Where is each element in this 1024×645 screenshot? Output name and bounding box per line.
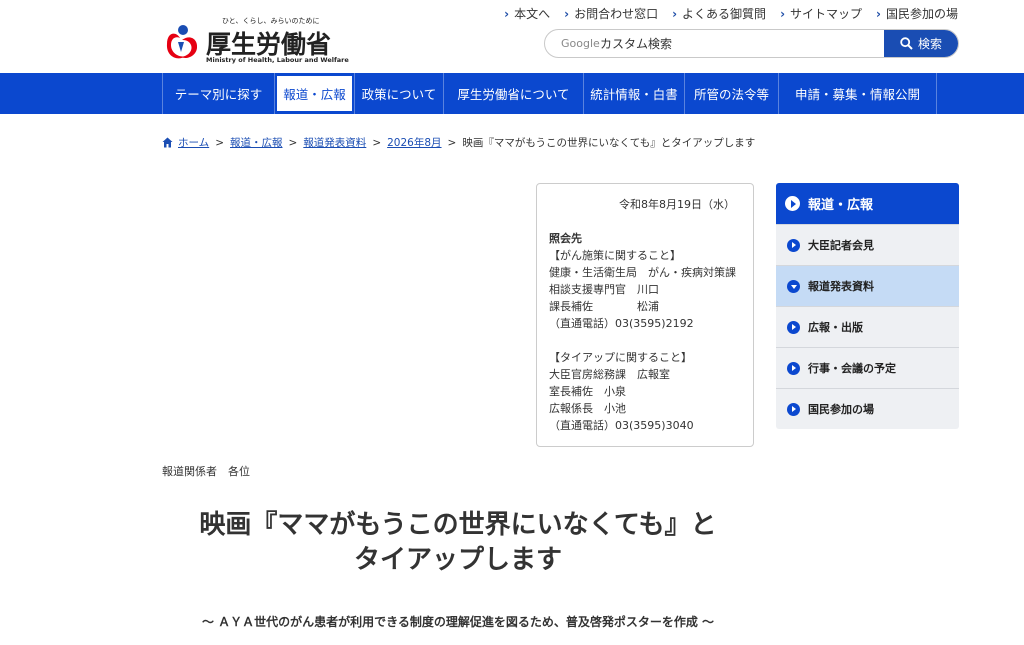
chevron-right-icon: › — [780, 6, 786, 21]
side-nav-item-publications[interactable]: 広報・出版 — [776, 306, 959, 347]
nav-item-about[interactable]: 厚生労働省について — [444, 73, 584, 114]
contact-heading: 照会先 — [549, 232, 582, 245]
contact-line: 課長補佐 松浦 — [549, 300, 659, 313]
side-nav-heading[interactable]: 報道・広報 — [776, 183, 959, 224]
chevron-right-icon: › — [564, 6, 570, 21]
search-button-label: 検索 — [917, 37, 942, 51]
util-link-skip-to-content[interactable]: › 本文へ — [504, 5, 550, 22]
side-nav-item-press-releases[interactable]: 報道発表資料 — [776, 265, 959, 306]
side-nav-item-label: 国民参加の場 — [808, 403, 874, 416]
side-nav-heading-label: 報道・広報 — [808, 198, 874, 213]
contact-line: 【タイアップに関すること】 — [549, 351, 692, 364]
breadcrumb: ホーム > 報道・広報 > 報道発表資料 > 2026年8月 > 映画『ママがも… — [162, 135, 755, 150]
arrow-right-icon — [787, 361, 800, 375]
arrow-right-icon — [787, 320, 800, 334]
breadcrumb-separator: > — [372, 136, 382, 149]
side-nav-item-label: 行事・会議の予定 — [808, 362, 896, 375]
breadcrumb-separator: > — [215, 136, 224, 149]
nav-item-policy[interactable]: 政策について — [355, 73, 444, 114]
chevron-right-icon: › — [876, 6, 881, 21]
nav-item-press[interactable]: 報道・広報 — [277, 76, 352, 111]
util-link-label: 国民参加の場 — [885, 7, 958, 21]
util-link-participation[interactable]: › 国民参加の場 — [876, 5, 958, 22]
contact-line: 広報係長 小池 — [549, 402, 626, 415]
util-link-faq[interactable]: › よくある御質問 — [672, 5, 766, 22]
search-input[interactable] — [600, 30, 880, 57]
nav-item-laws[interactable]: 所管の法令等 — [685, 73, 779, 114]
util-link-label: よくある御質問 — [682, 7, 767, 21]
search-button[interactable]: 検索 — [884, 30, 958, 57]
side-nav-item-events[interactable]: 行事・会議の予定 — [776, 347, 959, 388]
side-nav-item-press-conference[interactable]: 大臣記者会見 — [776, 224, 959, 265]
side-nav-item-label: 大臣記者会見 — [808, 239, 874, 252]
arrow-right-icon — [787, 402, 800, 416]
page-title-line: タイアップします — [353, 545, 562, 575]
breadcrumb-separator: > — [447, 136, 457, 149]
util-link-label: お問合わせ窓口 — [574, 7, 659, 21]
contact-line: 相談支援専門官 川口 — [549, 283, 659, 296]
breadcrumb-separator: > — [288, 136, 298, 149]
logo-english-name: Ministry of Health, Labour and Welfare — [206, 56, 349, 64]
side-nav: 報道・広報 大臣記者会見 報道発表資料 広報・出版 行事・会議の予定 国民参加の… — [776, 183, 959, 429]
contact-line: 室長補佐 小泉 — [549, 385, 626, 398]
page-subtitle: ～ ＡＹＡ世代のがん患者が利用できる制度の理解促進を図るため、普及啓発ポスターを… — [201, 615, 715, 629]
chevron-right-icon: › — [504, 6, 510, 21]
util-link-contact[interactable]: › お問合わせ窓口 — [564, 5, 658, 22]
util-link-label: 本文へ — [514, 7, 551, 21]
ministry-emblem-icon — [166, 25, 198, 59]
contact-line: （直通電話）03(3595)3040 — [549, 419, 694, 432]
nav-item-press-wrap: 報道・広報 — [275, 73, 355, 114]
breadcrumb-link-releases[interactable]: 報道発表資料 — [303, 135, 366, 150]
arrow-right-icon — [785, 196, 800, 211]
contact-box: 令和8年8月19日（水） 照会先 【がん施策に関すること】 健康・生活衛生局 が… — [536, 183, 754, 447]
arrow-right-icon — [787, 238, 800, 252]
contact-line: 【がん施策に関すること】 — [549, 249, 681, 262]
site-search: Google 検索 — [544, 29, 959, 58]
page-title-line: 映画『ママがもうこの世界にいなくても』と — [199, 510, 717, 540]
breadcrumb-link-home[interactable]: ホーム — [178, 135, 209, 150]
util-link-sitemap[interactable]: › サイトマップ — [780, 5, 862, 22]
side-nav-item-label: 報道発表資料 — [808, 280, 874, 293]
search-icon — [900, 37, 913, 50]
chevron-right-icon: › — [672, 6, 678, 21]
breadcrumb-link-press[interactable]: 報道・広報 — [230, 135, 283, 150]
ministry-logo[interactable]: ひと、くらし、みらいのために 厚生労働省 Ministry of Health,… — [162, 16, 349, 66]
nav-item-applications[interactable]: 申請・募集・情報公開 — [779, 73, 937, 114]
contact-line: （直通電話）03(3595)2192 — [549, 317, 694, 330]
google-brand-label: Google — [561, 37, 600, 50]
global-nav: テーマ別に探す 報道・広報 政策について 厚生労働省について 統計情報・白書 所… — [0, 73, 1024, 114]
breadcrumb-link-month[interactable]: 2026年8月 — [387, 135, 441, 150]
page-title: 映画『ママがもうこの世界にいなくても』と タイアップします — [162, 508, 754, 578]
addressee: 報道関係者 各位 — [162, 465, 250, 478]
nav-item-statistics[interactable]: 統計情報・白書 — [584, 73, 685, 114]
release-date: 令和8年8月19日（水） — [619, 198, 735, 211]
home-icon — [162, 137, 173, 148]
arrow-down-icon — [787, 279, 800, 293]
utility-links: › 本文へ › お問合わせ窓口 › よくある御質問 › サイトマップ › 国民参… — [490, 5, 958, 22]
contact-spacer — [549, 332, 736, 349]
side-nav-item-label: 広報・出版 — [808, 321, 863, 334]
breadcrumb-current: 映画『ママがもうこの世界にいなくても』とタイアップします — [462, 137, 756, 149]
util-link-label: サイトマップ — [790, 7, 863, 21]
nav-item-themes[interactable]: テーマ別に探す — [163, 73, 275, 114]
contact-line: 健康・生活衛生局 がん・疾病対策課 — [549, 266, 736, 279]
contact-line: 大臣官房総務課 広報室 — [549, 368, 670, 381]
side-nav-item-participation[interactable]: 国民参加の場 — [776, 388, 959, 429]
